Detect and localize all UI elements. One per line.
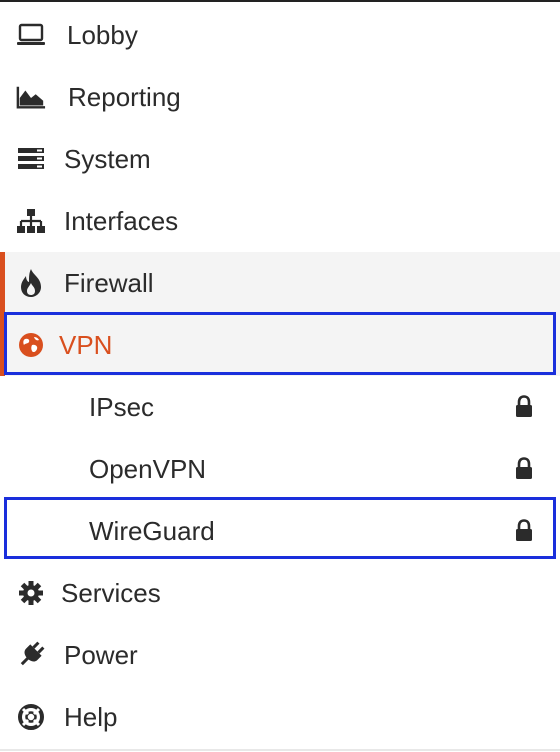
menu-item-label: System [64,143,151,174]
menu-item-label: Lobby [67,19,138,50]
submenu-item-wireguard[interactable]: WireGuard [0,500,560,562]
menu-item-label: Power [64,639,138,670]
plug-icon [16,640,46,670]
bottom-divider [0,749,560,751]
lock-icon [514,457,534,481]
area-chart-icon [16,82,46,112]
active-indicator [0,252,5,314]
menu-item-label: Help [64,701,118,732]
active-indicator [0,314,5,376]
menu-item-reporting[interactable]: Reporting [0,66,560,128]
lock-icon [514,395,534,419]
sitemap-icon [16,206,46,236]
globe-icon [16,330,46,360]
submenu-item-label: IPsec [89,391,155,422]
gear-icon [16,578,46,608]
menu-item-label: Interfaces [64,205,179,236]
life-ring-icon [16,702,46,732]
laptop-icon [16,20,46,50]
menu-item-services[interactable]: Services [0,562,560,624]
fire-icon [16,268,46,298]
submenu-item-openvpn[interactable]: OpenVPN [0,438,560,500]
menu-item-power[interactable]: Power [0,624,560,686]
lock-icon [514,519,534,543]
menu-item-label: Reporting [68,81,181,112]
menu-item-vpn[interactable]: VPN [0,314,560,376]
submenu-item-label: WireGuard [89,515,215,546]
submenu-item-ipsec[interactable]: IPsec [0,376,560,438]
menu-item-firewall[interactable]: Firewall [0,252,560,314]
menu-item-interfaces[interactable]: Interfaces [0,190,560,252]
menu-item-system[interactable]: System [0,128,560,190]
menu-item-label: Firewall [64,267,154,298]
menu-item-label: Services [61,577,161,608]
menu-item-lobby[interactable]: Lobby [0,4,560,66]
menu-item-help[interactable]: Help [0,686,560,748]
server-icon [16,144,46,174]
submenu-item-label: OpenVPN [89,453,207,484]
top-divider [0,0,560,2]
sidebar-menu: Lobby Reporting System Interfaces Firewa… [0,0,560,752]
menu-item-label: VPN [59,329,113,360]
